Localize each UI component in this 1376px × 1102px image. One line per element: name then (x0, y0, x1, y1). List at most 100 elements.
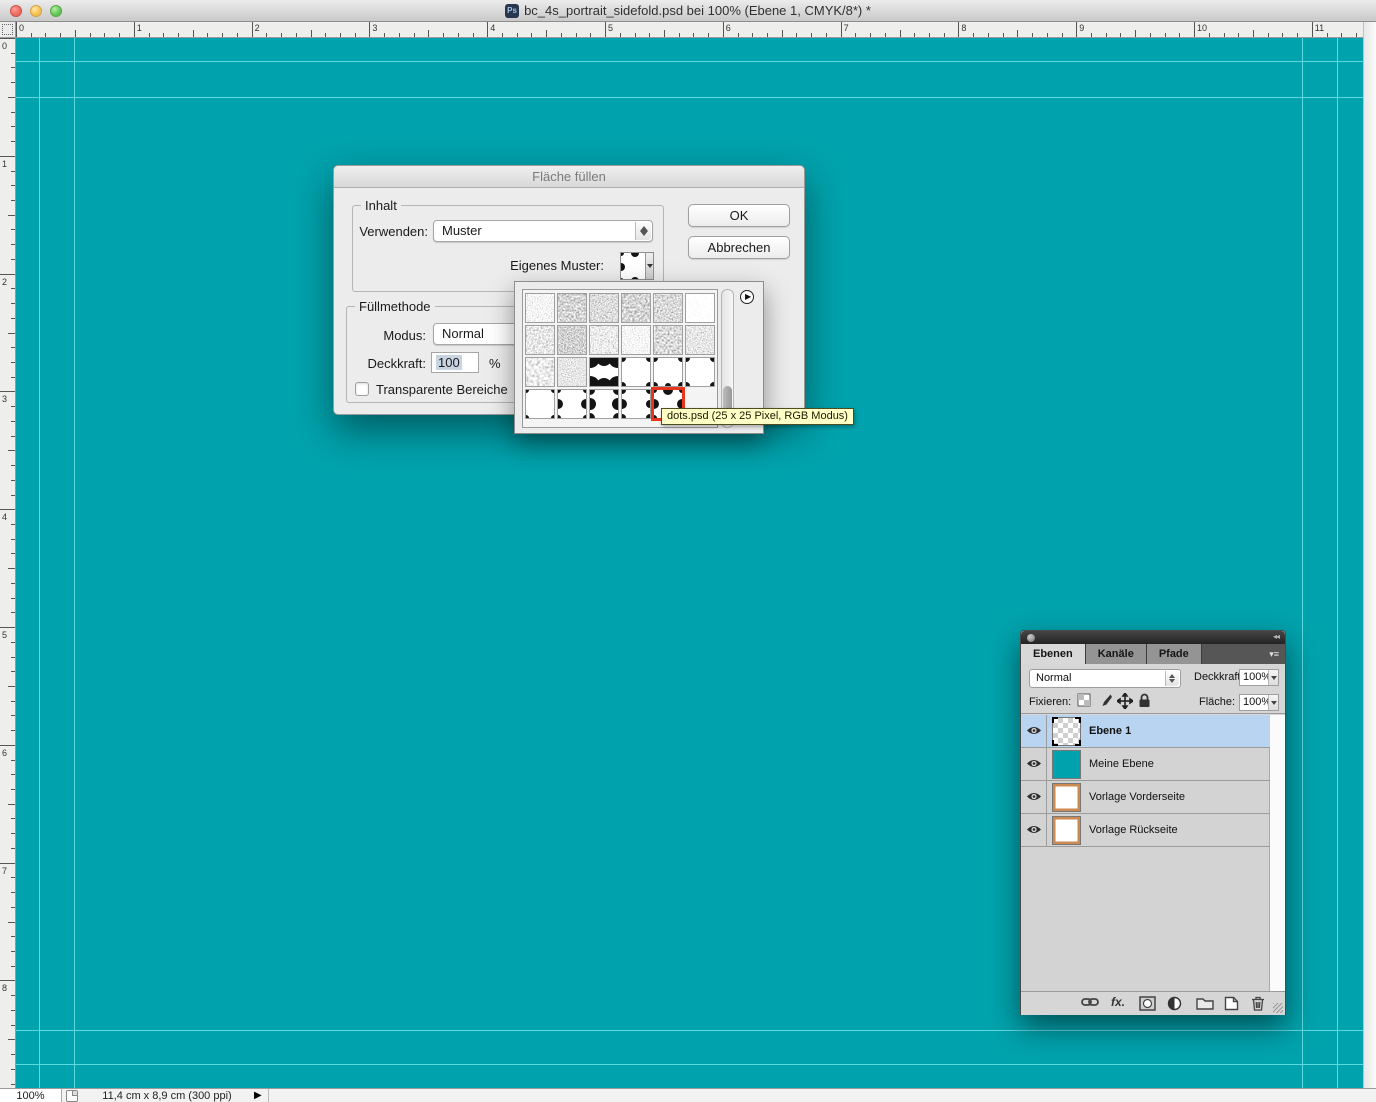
dropdown-arrow-icon[interactable] (1268, 695, 1278, 710)
pattern-swatch[interactable] (589, 293, 619, 323)
layer-thumbnail[interactable] (1052, 717, 1081, 746)
tab-pfade[interactable]: Pfade (1147, 644, 1202, 664)
ruler-tick (60, 33, 61, 37)
pattern-swatch[interactable] (557, 293, 587, 323)
guide-horizontal[interactable] (16, 1064, 1363, 1065)
pattern-swatch[interactable] (653, 325, 683, 355)
pattern-swatch[interactable] (589, 389, 619, 419)
guide-horizontal[interactable] (16, 61, 1363, 62)
layer-row[interactable]: Vorlage Vorderseite (1021, 781, 1270, 814)
pattern-swatch[interactable] (525, 325, 555, 355)
layer-thumbnail[interactable] (1052, 816, 1081, 845)
visibility-eye-icon[interactable] (1021, 814, 1047, 846)
pattern-swatch[interactable] (589, 357, 619, 387)
pattern-swatch[interactable] (621, 357, 651, 387)
minimize-button[interactable] (30, 5, 42, 17)
ok-button[interactable]: OK (688, 204, 790, 227)
link-layers-icon[interactable] (1081, 996, 1099, 1012)
status-flyout-arrow-icon[interactable]: ▶ (254, 1089, 262, 1102)
ruler-tick (11, 671, 15, 672)
pattern-swatch[interactable] (653, 357, 683, 387)
ruler-number: 3 (372, 23, 377, 33)
add-layer-mask-icon[interactable] (1139, 996, 1157, 1012)
pattern-swatch[interactable] (589, 325, 619, 355)
pattern-swatch[interactable] (685, 293, 715, 323)
use-select[interactable]: Muster (433, 220, 653, 242)
ruler-tick (0, 863, 15, 864)
pattern-swatch[interactable] (557, 389, 587, 419)
layer-row[interactable]: Meine Ebene (1021, 748, 1270, 781)
delete-layer-trash-icon[interactable] (1251, 996, 1269, 1012)
panel-close-icon[interactable] (1027, 634, 1035, 642)
layers-panel-bottom-bar: fx. (1021, 991, 1285, 1015)
pattern-swatch[interactable] (653, 293, 683, 323)
dropdown-arrow-icon[interactable] (1268, 670, 1278, 685)
fill-dialog-title[interactable]: Fläche füllen (334, 166, 804, 188)
ruler-tick (767, 33, 768, 37)
vertical-ruler[interactable]: 012345678 (0, 38, 16, 1088)
layer-style-fx-icon[interactable]: fx. (1111, 995, 1129, 1011)
layer-thumbnail[interactable] (1052, 750, 1081, 779)
tab-ebenen[interactable]: Ebenen (1021, 644, 1086, 664)
zoom-level-field[interactable]: 100% (0, 1089, 62, 1102)
ruler-number: 9 (1079, 23, 1084, 33)
adjustment-layer-icon[interactable] (1167, 996, 1185, 1012)
ruler-tick (8, 215, 15, 216)
visibility-eye-icon[interactable] (1021, 715, 1047, 747)
lock-all-icon[interactable] (1138, 693, 1154, 709)
layer-row[interactable]: Ebene 1 (1021, 715, 1270, 748)
layers-opacity-field[interactable]: 100% (1239, 669, 1279, 686)
visibility-eye-icon[interactable] (1021, 781, 1047, 813)
pattern-well-dropdown-icon[interactable] (645, 253, 653, 279)
opacity-input[interactable]: 100 (431, 352, 479, 373)
ruler-tick (1091, 33, 1092, 37)
preserve-transparency-checkbox[interactable] (355, 382, 369, 396)
guide-vertical[interactable] (39, 38, 40, 1088)
lock-position-move-icon[interactable] (1117, 693, 1133, 709)
ruler-tick (11, 1025, 15, 1026)
guide-vertical[interactable] (74, 38, 75, 1088)
window-titlebar[interactable]: Ps bc_4s_portrait_sidefold.psd bei 100% … (0, 0, 1376, 22)
guide-vertical[interactable] (1337, 38, 1338, 1088)
panel-header-bar[interactable]: ◂◂ (1021, 631, 1285, 644)
ruler-number: 8 (2, 983, 7, 993)
new-layer-icon[interactable] (1224, 996, 1242, 1012)
pattern-swatch[interactable] (621, 325, 651, 355)
panel-menu-icon[interactable]: ▾≡ (1269, 649, 1279, 660)
blend-mode-select[interactable]: Normal (1029, 669, 1181, 688)
layer-list-scrollbar[interactable] (1269, 715, 1285, 991)
collapse-panel-icon[interactable]: ◂◂ (1273, 632, 1279, 641)
panel-resize-grip[interactable] (1273, 1003, 1283, 1013)
guide-horizontal[interactable] (16, 97, 1363, 98)
ruler-tick (649, 33, 650, 37)
zoom-window-button[interactable] (50, 5, 62, 17)
pattern-swatch[interactable] (685, 357, 715, 387)
pattern-swatch[interactable] (621, 389, 651, 419)
new-group-icon[interactable] (1196, 996, 1214, 1012)
pattern-swatch[interactable] (557, 325, 587, 355)
close-button[interactable] (10, 5, 22, 17)
pattern-flyout-menu-icon[interactable]: ▶ (740, 290, 754, 304)
fill-opacity-field[interactable]: 100% (1239, 694, 1279, 711)
visibility-eye-icon[interactable] (1021, 748, 1047, 780)
cancel-button[interactable]: Abbrechen (688, 236, 790, 259)
pattern-swatch[interactable] (557, 357, 587, 387)
layer-thumbnail[interactable] (1052, 783, 1081, 812)
tab-kanäle[interactable]: Kanäle (1086, 644, 1147, 664)
horizontal-ruler[interactable]: 01234567891011 (16, 22, 1363, 38)
selection-corner-mark (1075, 717, 1081, 723)
lock-transparency-icon[interactable] (1077, 693, 1093, 709)
pattern-swatch[interactable] (525, 357, 555, 387)
pattern-swatch[interactable] (525, 293, 555, 323)
document-status-bar: 100% 11,4 cm x 8,9 cm (300 ppi) ▶ (0, 1088, 1376, 1102)
pattern-swatch[interactable] (685, 325, 715, 355)
pattern-swatch[interactable] (525, 389, 555, 419)
ruler-origin-corner[interactable] (0, 22, 16, 38)
layer-row[interactable]: Vorlage Rückseite (1021, 814, 1270, 847)
ruler-tick (0, 745, 15, 746)
pattern-swatch[interactable] (621, 293, 651, 323)
guide-horizontal[interactable] (16, 1030, 1363, 1031)
pattern-well[interactable] (620, 252, 654, 280)
lock-paint-brush-icon[interactable] (1098, 693, 1114, 709)
guide-vertical[interactable] (1302, 38, 1303, 1088)
